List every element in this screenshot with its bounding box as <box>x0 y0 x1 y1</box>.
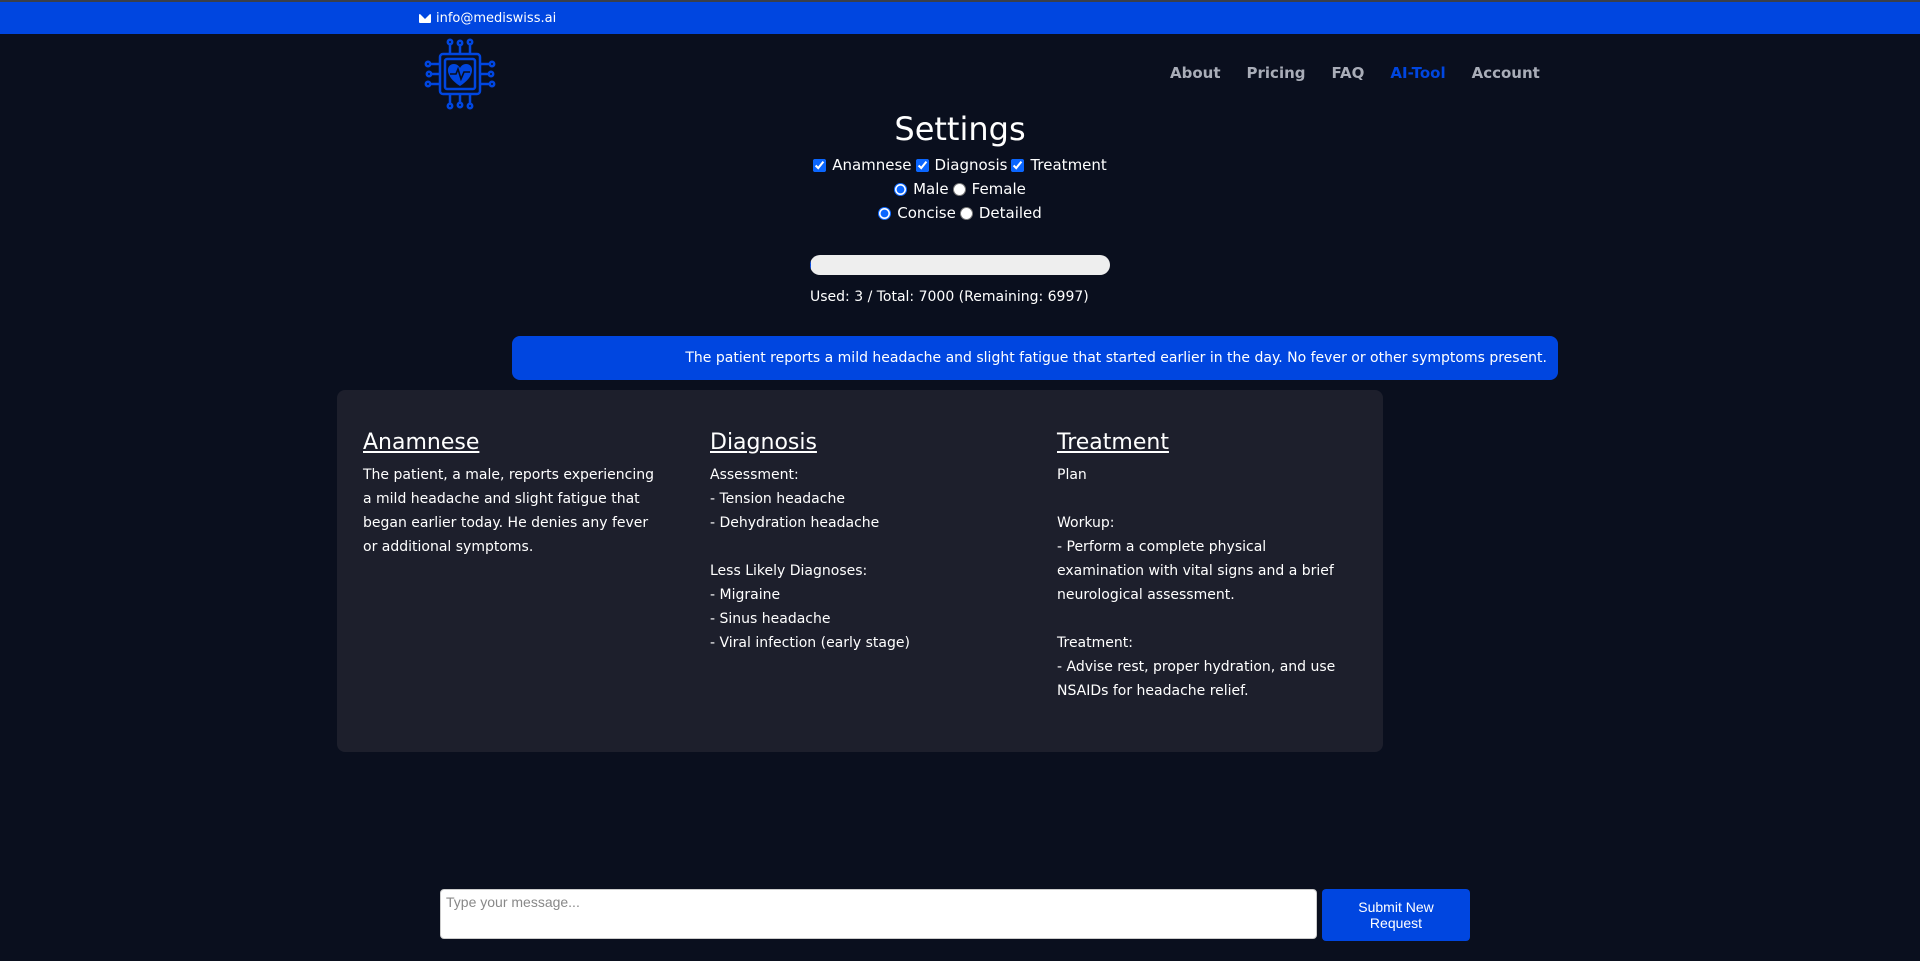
concise-radio[interactable] <box>878 206 892 220</box>
female-label: Female <box>971 180 1026 198</box>
heart-chip-icon[interactable] <box>424 38 496 110</box>
detail-radios: Concise Detailed <box>0 204 1920 222</box>
treatment-body: Plan Workup: - Perform a complete physic… <box>1057 467 1336 699</box>
treatment-checkbox[interactable] <box>1011 158 1025 172</box>
section-checkboxes: Anamnese Diagnosis Treatment <box>0 156 1920 174</box>
nav-account[interactable]: Account <box>1472 64 1540 82</box>
concise-label: Concise <box>897 204 956 222</box>
concise-option[interactable]: Concise <box>878 204 956 222</box>
anamnese-body: The patient, a male, reports experiencin… <box>363 467 654 555</box>
treatment-heading: Treatment <box>1057 430 1169 455</box>
message-input[interactable] <box>440 889 1317 939</box>
nav-pricing[interactable]: Pricing <box>1247 64 1306 82</box>
female-radio[interactable] <box>952 182 966 196</box>
diagnosis-body: Assessment: - Tension headache - Dehydra… <box>710 467 910 651</box>
email-text: info@mediswiss.ai <box>436 11 557 26</box>
email-link[interactable]: info@mediswiss.ai <box>419 11 556 26</box>
treatment-option[interactable]: Treatment <box>1011 156 1107 174</box>
male-radio[interactable] <box>894 182 908 196</box>
diagnosis-column: Diagnosis Assessment: - Tension headache… <box>710 430 1010 655</box>
usage-text: Used: 3 / Total: 7000 (Remaining: 6997) <box>810 289 1089 305</box>
female-option[interactable]: Female <box>952 180 1026 198</box>
top-bar: info@mediswiss.ai <box>0 0 1920 34</box>
male-option[interactable]: Male <box>894 180 949 198</box>
anamnese-heading: Anamnese <box>363 430 480 455</box>
result-card: Anamnese The patient, a male, reports ex… <box>337 390 1383 752</box>
anamnese-column: Anamnese The patient, a male, reports ex… <box>363 430 663 559</box>
detailed-option[interactable]: Detailed <box>959 204 1042 222</box>
diagnosis-option[interactable]: Diagnosis <box>915 156 1008 174</box>
submit-request-button[interactable]: Submit New Request <box>1322 889 1470 941</box>
detailed-radio[interactable] <box>959 206 973 220</box>
gender-radios: Male Female <box>0 180 1920 198</box>
treatment-label: Treatment <box>1030 156 1107 174</box>
mail-icon <box>419 14 431 23</box>
anamnese-checkbox[interactable] <box>813 158 827 172</box>
settings-title: Settings <box>894 110 1026 148</box>
usage-progress-bar <box>810 255 1110 275</box>
diagnosis-heading: Diagnosis <box>710 430 817 455</box>
detailed-label: Detailed <box>978 204 1042 222</box>
treatment-column: Treatment Plan Workup: - Perform a compl… <box>1057 430 1357 703</box>
male-label: Male <box>913 180 949 198</box>
anamnese-label: Anamnese <box>832 156 912 174</box>
diagnosis-checkbox[interactable] <box>915 158 929 172</box>
nav-ai-tool[interactable]: AI-Tool <box>1390 64 1445 82</box>
user-message-bubble: The patient reports a mild headache and … <box>512 336 1558 380</box>
nav-faq[interactable]: FAQ <box>1332 64 1365 82</box>
main-nav: About Pricing FAQ AI-Tool Account <box>1170 64 1566 82</box>
user-message-text: The patient reports a mild headache and … <box>685 350 1547 366</box>
nav-about[interactable]: About <box>1170 64 1221 82</box>
anamnese-option[interactable]: Anamnese <box>813 156 912 174</box>
diagnosis-label: Diagnosis <box>934 156 1008 174</box>
